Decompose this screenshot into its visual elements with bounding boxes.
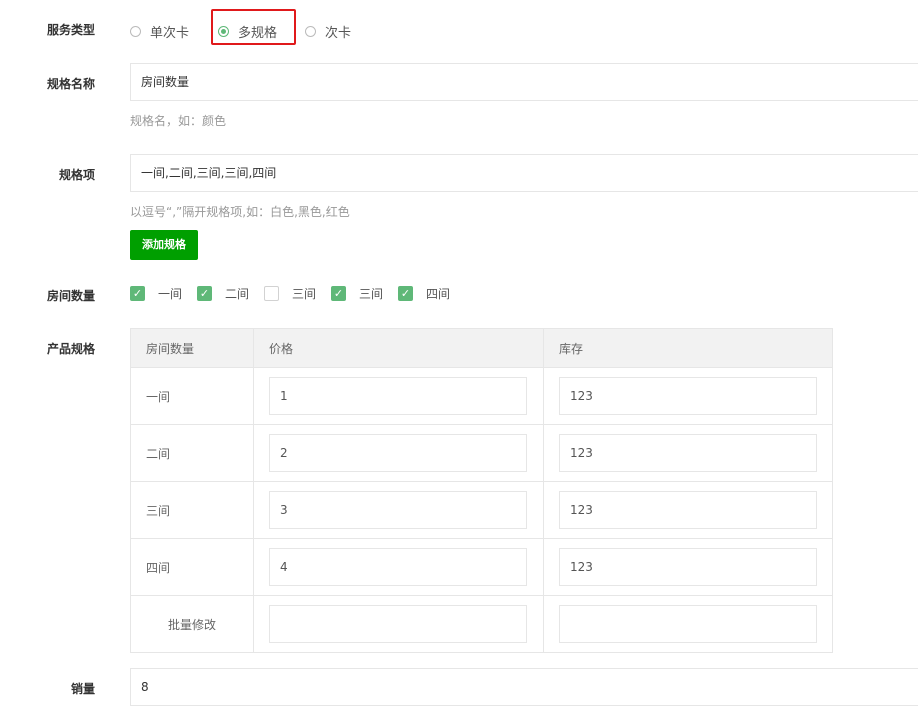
column-header-room: 房间数量 xyxy=(130,328,254,368)
empty-checkbox-icon xyxy=(264,286,279,301)
batch-stock-input[interactable] xyxy=(559,605,817,643)
batch-price-input[interactable] xyxy=(269,605,527,643)
radio-count-card[interactable]: 次卡 xyxy=(305,22,351,41)
column-header-price: 价格 xyxy=(253,328,544,368)
checkbox-room-2[interactable]: ✓ 二间 xyxy=(197,285,249,302)
spec-items-input[interactable]: 一间,二间,三间,三间,四间 xyxy=(130,154,918,192)
row-name: 三间 xyxy=(130,481,254,539)
checkbox-room-5[interactable]: ✓ 四间 xyxy=(398,285,450,302)
checkmark-icon: ✓ xyxy=(398,286,413,301)
product-spec-label: 产品规格 xyxy=(46,342,95,356)
spec-name-input[interactable]: 房间数量 xyxy=(130,63,918,101)
checkbox-room-3[interactable]: 三间 xyxy=(264,285,316,302)
sales-input[interactable]: 8 xyxy=(130,668,918,706)
checkbox-label: 一间 xyxy=(158,287,183,301)
batch-edit-label: 批量修改 xyxy=(130,595,254,653)
radio-circle-icon xyxy=(305,26,316,37)
table-row: 四间 4 123 xyxy=(130,538,833,596)
table-row: 三间 3 123 xyxy=(130,481,833,539)
stock-input[interactable]: 123 xyxy=(559,491,817,529)
stock-input[interactable]: 123 xyxy=(559,548,817,586)
radio-selected-icon xyxy=(218,26,229,37)
row-name: 一间 xyxy=(130,367,254,425)
row-name: 二间 xyxy=(130,424,254,482)
product-spec-table: 房间数量 价格 库存 一间 1 123 二间 2 123 三间 3 123 四间… xyxy=(130,328,833,653)
checkbox-room-4[interactable]: ✓ 三间 xyxy=(331,285,383,302)
radio-label: 多规格 xyxy=(238,26,278,41)
radio-single-card[interactable]: 单次卡 xyxy=(130,22,189,41)
column-header-stock: 库存 xyxy=(543,328,833,368)
radio-multi-spec[interactable]: 多规格 xyxy=(218,22,277,41)
price-input[interactable]: 1 xyxy=(269,377,527,415)
batch-edit-row: 批量修改 xyxy=(130,595,833,653)
radio-label: 单次卡 xyxy=(150,26,190,41)
checkmark-icon: ✓ xyxy=(130,286,145,301)
checkmark-icon: ✓ xyxy=(197,286,212,301)
table-header-row: 房间数量 价格 库存 xyxy=(130,328,833,368)
radio-circle-icon xyxy=(130,26,141,37)
service-type-label: 服务类型 xyxy=(46,23,95,37)
price-input[interactable]: 2 xyxy=(269,434,527,472)
spec-name-hint: 规格名，如：颜色 xyxy=(130,114,227,128)
room-count-label: 房间数量 xyxy=(46,289,95,303)
spec-items-hint: 以逗号“,”隔开规格项,如：白色,黑色,红色 xyxy=(130,205,350,219)
table-row: 一间 1 123 xyxy=(130,367,833,425)
add-spec-button[interactable]: 添加规格 xyxy=(130,230,198,260)
spec-name-label: 规格名称 xyxy=(46,77,95,91)
checkbox-label: 三间 xyxy=(292,287,317,301)
price-input[interactable]: 4 xyxy=(269,548,527,586)
checkbox-room-1[interactable]: ✓ 一间 xyxy=(130,285,182,302)
stock-input[interactable]: 123 xyxy=(559,434,817,472)
checkbox-label: 三间 xyxy=(359,287,384,301)
stock-input[interactable]: 123 xyxy=(559,377,817,415)
price-input[interactable]: 3 xyxy=(269,491,527,529)
spec-items-label: 规格项 xyxy=(58,168,95,182)
table-row: 二间 2 123 xyxy=(130,424,833,482)
checkbox-label: 四间 xyxy=(426,287,451,301)
row-name: 四间 xyxy=(130,538,254,596)
checkmark-icon: ✓ xyxy=(331,286,346,301)
radio-label: 次卡 xyxy=(325,26,352,41)
checkbox-label: 二间 xyxy=(225,287,250,301)
